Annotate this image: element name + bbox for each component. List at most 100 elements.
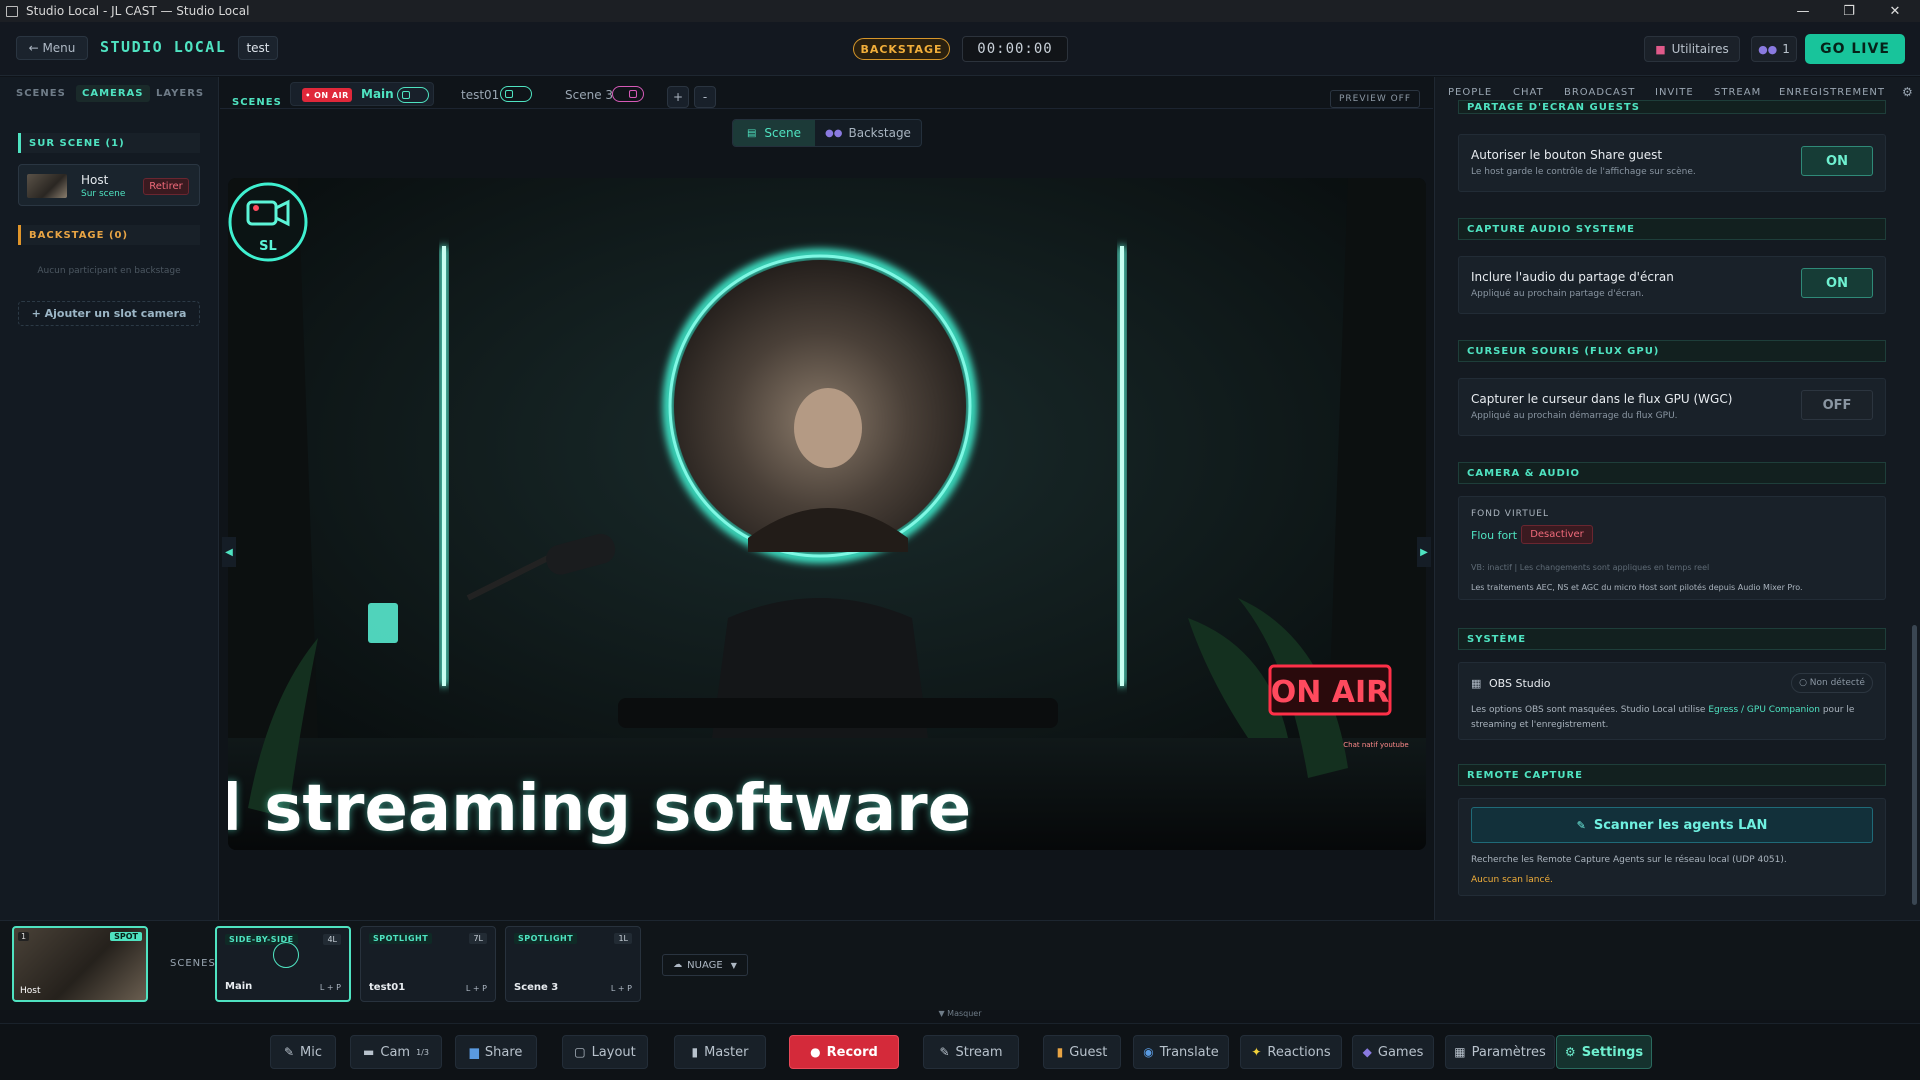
- add-camera-slot-button[interactable]: + Ajouter un slot camera: [18, 301, 200, 326]
- close-icon[interactable]: ✕: [1872, 0, 1918, 22]
- restore-icon[interactable]: ❐: [1826, 0, 1872, 22]
- cam-button[interactable]: ▬ Cam 1/3: [350, 1035, 442, 1069]
- menu-button[interactable]: ← Menu: [16, 36, 88, 60]
- add-scene-button[interactable]: +: [667, 86, 689, 108]
- scene-test01-toggle[interactable]: [500, 86, 532, 102]
- cam-count: 1/3: [416, 1047, 429, 1057]
- utilities-button[interactable]: ■ Utilitaires: [1644, 36, 1740, 62]
- virtual-bg-note: VB: inactif | Les changements sont appli…: [1471, 563, 1710, 572]
- backstage-empty-text: Aucun participant en backstage: [37, 266, 181, 276]
- translate-label: Translate: [1159, 1044, 1219, 1060]
- host-name: Host: [81, 173, 109, 187]
- people-count-button[interactable]: ●● 1: [1751, 36, 1797, 62]
- scene-tile-scene3[interactable]: SPOTLIGHT 1L Scene 3 L + P: [505, 926, 641, 1002]
- hide-strip-toggle[interactable]: ▼ Masquer: [930, 1009, 990, 1018]
- scene-tab-test01[interactable]: test01: [461, 88, 499, 102]
- record-button[interactable]: ● Record: [789, 1035, 899, 1069]
- backstage-badge[interactable]: BACKSTAGE: [853, 38, 950, 60]
- scene-tile-main[interactable]: SIDE-BY-SIDE 4L Main L + P: [215, 926, 351, 1002]
- preview-off-toggle[interactable]: PREVIEW OFF: [1330, 90, 1420, 108]
- tab-layers[interactable]: LAYERS: [156, 88, 204, 99]
- top-bar: ← Menu STUDIO LOCAL test BACKSTAGE 00:00…: [0, 22, 1920, 76]
- scene-tile-test01[interactable]: SPOTLIGHT 7L test01 L + P: [360, 926, 496, 1002]
- people-icon: ●●: [1758, 42, 1778, 56]
- section-camera-audio: CAMERA & AUDIO: [1458, 462, 1886, 484]
- cursor-capture-toggle[interactable]: OFF: [1801, 390, 1873, 420]
- obs-status-badge: ○ Non détecté: [1791, 673, 1873, 693]
- scene-tile-lp: L + P: [610, 984, 632, 993]
- parameters-button[interactable]: ▦ Paramètres: [1445, 1035, 1555, 1069]
- mic-icon: ✎: [283, 1045, 295, 1059]
- scene-tile-name: Main: [225, 981, 253, 992]
- section-remote-capture: REMOTE CAPTURE: [1458, 764, 1886, 786]
- layout-button[interactable]: ▢ Layout: [562, 1035, 648, 1069]
- scene-tile-layout: SPOTLIGHT: [369, 933, 433, 944]
- tab-scenes[interactable]: SCENES: [16, 88, 66, 99]
- games-button[interactable]: ◆ Games: [1352, 1035, 1434, 1069]
- camera-tile-host[interactable]: 1 SPOT Host: [12, 926, 148, 1002]
- scene-tile-layout: SPOTLIGHT: [514, 933, 578, 944]
- share-guest-title: Autoriser le bouton Share guest: [1471, 148, 1663, 162]
- disable-virtual-bg-button[interactable]: Desactiver: [1521, 525, 1593, 544]
- scene-tab-main-label: Main: [361, 87, 394, 101]
- reactions-button[interactable]: ✦ Reactions: [1240, 1035, 1342, 1069]
- scene-scene3-toggle[interactable]: [612, 86, 644, 102]
- tab-broadcast[interactable]: BROADCAST: [1564, 87, 1635, 98]
- go-live-button[interactable]: GO LIVE: [1805, 34, 1905, 64]
- nuage-label: NUAGE: [687, 959, 723, 971]
- layout-icon: ▢: [574, 1045, 586, 1059]
- panel-gear-icon[interactable]: ⚙: [1902, 85, 1913, 99]
- stage-right-arrow-icon[interactable]: ▶: [1417, 537, 1431, 567]
- view-scene-button[interactable]: ▤ Scene: [733, 120, 815, 146]
- share-button[interactable]: ▆ Share: [455, 1035, 537, 1069]
- system-audio-toggle[interactable]: ON: [1801, 268, 1873, 298]
- tab-recording[interactable]: ENREGISTREMENT: [1779, 87, 1885, 98]
- ticker-text: l streaming software: [228, 772, 971, 846]
- remote-capture-desc: Recherche les Remote Capture Agents sur …: [1471, 855, 1787, 865]
- master-button[interactable]: ▮ Master: [674, 1035, 766, 1069]
- tab-cameras[interactable]: CAMERAS: [76, 85, 150, 102]
- project-name[interactable]: test: [238, 36, 278, 60]
- scene-tab-scene3[interactable]: Scene 3: [565, 88, 613, 102]
- mic-button[interactable]: ✎ Mic: [270, 1035, 336, 1069]
- nuage-dropdown[interactable]: ☁ NUAGE ▼: [662, 954, 748, 976]
- guest-button[interactable]: ▮ Guest: [1043, 1035, 1121, 1069]
- minimize-icon[interactable]: —: [1780, 0, 1826, 22]
- stage-left-arrow-icon[interactable]: ◀: [222, 537, 236, 567]
- tab-invite[interactable]: INVITE: [1655, 87, 1694, 98]
- view-backstage-button[interactable]: ●● Backstage: [815, 120, 921, 146]
- host-participant-card[interactable]: Host Sur scene Retirer: [18, 164, 200, 206]
- system-audio-title: Inclure l'audio du partage d'écran: [1471, 270, 1674, 284]
- virtual-background-card: FOND VIRTUEL Flou fort Desactiver VB: in…: [1458, 496, 1886, 600]
- virtual-bg-mode: Flou fort: [1471, 529, 1518, 542]
- camera-spot-badge: SPOT: [110, 932, 142, 941]
- share-guest-toggle[interactable]: ON: [1801, 146, 1873, 176]
- record-dot-icon: ●: [810, 1045, 821, 1059]
- tab-people[interactable]: PEOPLE: [1448, 87, 1492, 98]
- virtual-bg-label: FOND VIRTUEL: [1471, 509, 1549, 519]
- stream-button[interactable]: ✎ Stream: [923, 1035, 1019, 1069]
- section-system-audio: CAPTURE AUDIO SYSTEME: [1458, 218, 1886, 240]
- remove-host-button[interactable]: Retirer: [143, 178, 189, 195]
- scene-tab-main[interactable]: • ON AIR Main: [290, 82, 434, 106]
- scan-lan-agents-button[interactable]: ✎ Scanner les agents LAN: [1471, 807, 1873, 843]
- stage-preview[interactable]: ON AIR Chat natif youtube l streaming so…: [228, 178, 1426, 850]
- on-air-sign: ON AIR: [1271, 675, 1390, 710]
- guest-icon: ▮: [1056, 1045, 1064, 1059]
- egress-gpu-link[interactable]: Egress / GPU Companion: [1708, 705, 1820, 715]
- live-timer: 00:00:00: [962, 36, 1068, 62]
- settings-button[interactable]: ⚙ Settings: [1556, 1035, 1652, 1069]
- settings-label: Settings: [1581, 1044, 1644, 1060]
- translate-button[interactable]: ◉ Translate: [1133, 1035, 1229, 1069]
- scene-main-toggle[interactable]: [397, 87, 429, 103]
- tab-stream[interactable]: STREAM: [1714, 87, 1761, 98]
- view-backstage-label: Backstage: [848, 126, 911, 140]
- right-panel-scroll-thumb[interactable]: [1912, 625, 1917, 905]
- remove-scene-button[interactable]: -: [694, 86, 716, 108]
- tab-chat[interactable]: CHAT: [1513, 87, 1544, 98]
- obs-desc-start: Les options OBS sont masquées. Studio Lo…: [1471, 705, 1706, 715]
- obs-title: OBS Studio: [1489, 677, 1551, 690]
- backstage-header: BACKSTAGE (0): [18, 225, 200, 245]
- share-guest-card: Autoriser le bouton Share guest Le host …: [1458, 134, 1886, 192]
- scene-icon: ▤: [746, 127, 757, 139]
